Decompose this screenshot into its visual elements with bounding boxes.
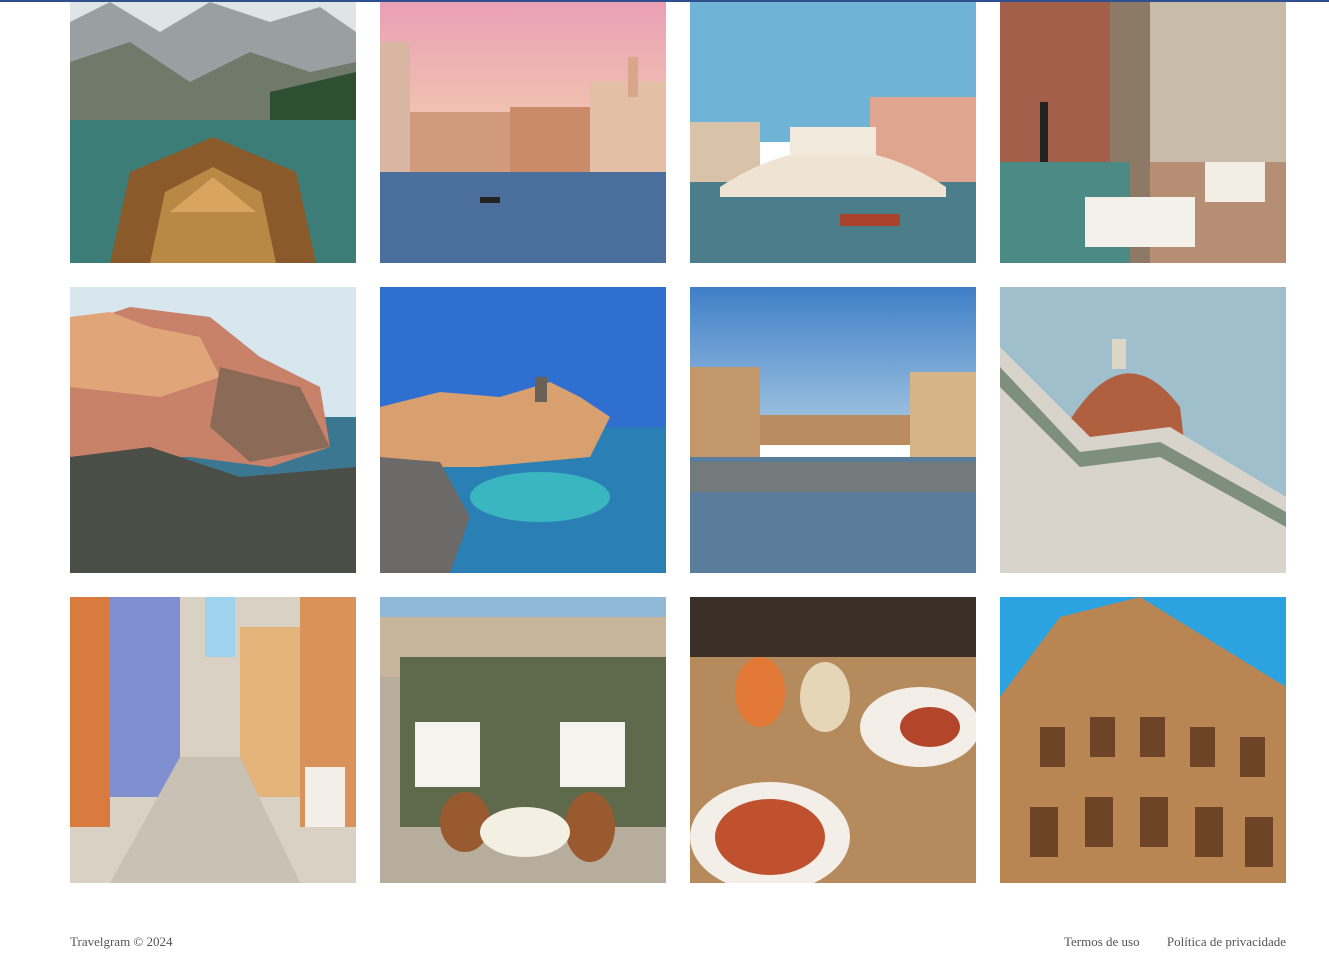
photo-tile[interactable]	[70, 287, 356, 573]
terms-link[interactable]: Termos de uso	[1064, 934, 1140, 949]
florence-duomo-photo	[1000, 287, 1286, 573]
ponte-vecchio-photo	[690, 287, 976, 573]
venice-canal-photo	[380, 2, 666, 263]
photo-tile[interactable]	[70, 597, 356, 883]
photo-tile[interactable]	[380, 2, 666, 263]
photo-tile[interactable]	[690, 597, 976, 883]
alley-scooter-photo	[70, 597, 356, 883]
colosseum-photo	[1000, 597, 1286, 883]
photo-tile[interactable]	[70, 2, 356, 263]
photo-tile[interactable]	[1000, 2, 1286, 263]
photo-tile[interactable]	[380, 287, 666, 573]
footer: Travelgram © 2024 Termos de uso Política…	[70, 932, 1286, 952]
aperitivo-pasta-photo	[690, 597, 976, 883]
canal-cafe-photo	[1000, 2, 1286, 263]
photo-tile[interactable]	[1000, 597, 1286, 883]
photo-tile[interactable]	[690, 2, 976, 263]
photo-grid	[70, 2, 1286, 883]
rialto-bridge-photo	[690, 2, 976, 263]
photo-tile[interactable]	[690, 287, 976, 573]
manarola-photo	[70, 287, 356, 573]
photo-tile[interactable]	[380, 597, 666, 883]
vernazza-photo	[380, 287, 666, 573]
photo-tile[interactable]	[1000, 287, 1286, 573]
footer-copyright: Travelgram © 2024	[70, 934, 173, 949]
privacy-link[interactable]: Política de privacidade	[1167, 934, 1286, 949]
trattoria-scooter-photo	[380, 597, 666, 883]
lake-boat-photo	[70, 2, 356, 263]
footer-links: Termos de uso Política de privacidade	[1040, 934, 1286, 950]
